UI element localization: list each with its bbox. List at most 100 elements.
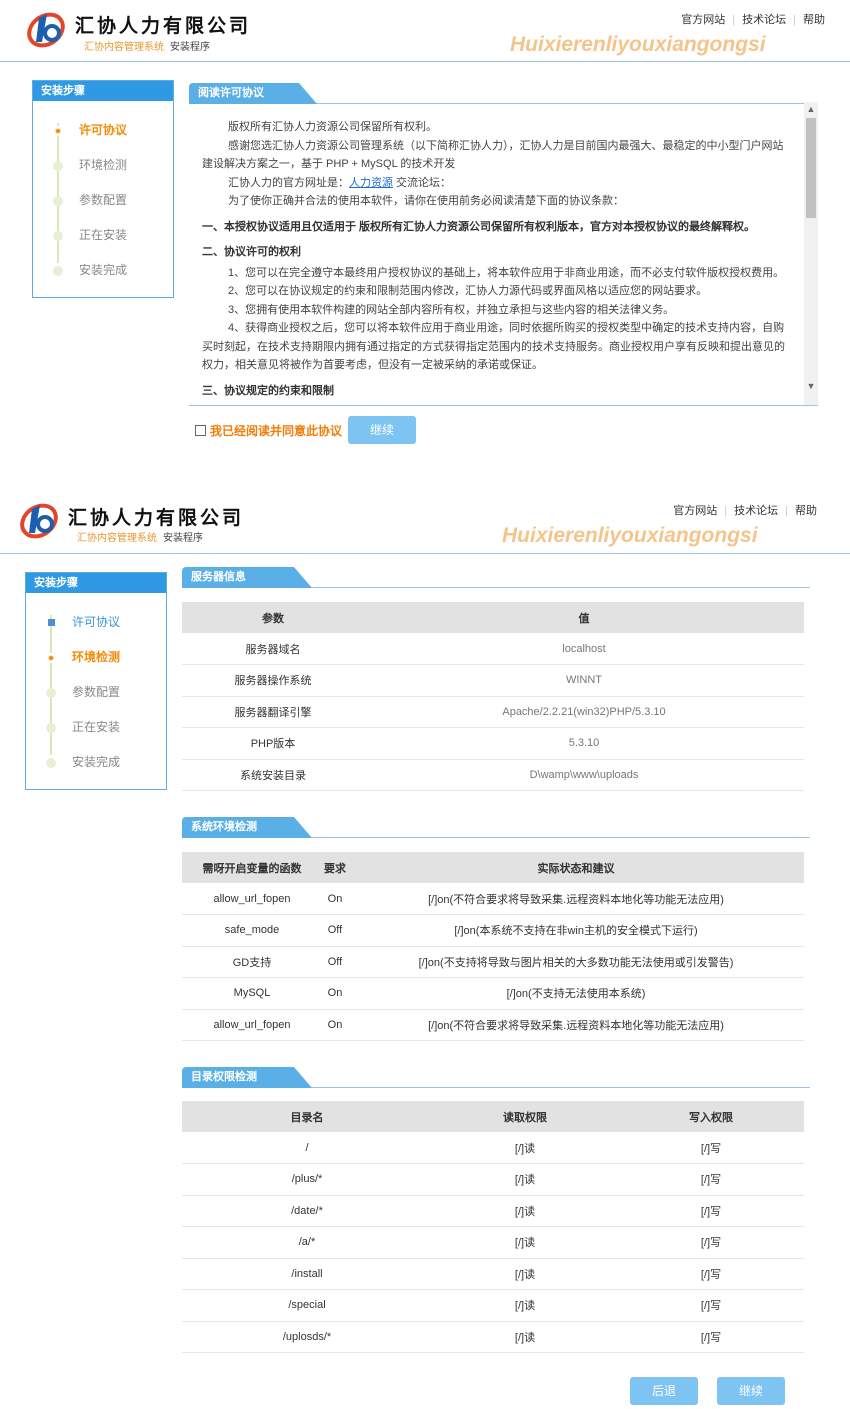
install-steps-sidebar: 安装步骤 许可协议 环境检测 参数配置 正在安装 安装完成 bbox=[25, 572, 167, 790]
install-step-environment: 汇协人力有限公司 汇协内容管理系统 安装程序 官方网站 | 技术论坛 | 帮助 Huixi… bbox=[0, 491, 850, 1409]
step-pending-icon bbox=[53, 196, 63, 206]
license-text: 版权所有汇协人力资源公司保留所有权利。 感谢您选汇协人力资源公司管理系统（以下简… bbox=[189, 102, 802, 405]
step-current-icon bbox=[53, 126, 63, 136]
read-permission: [/]读 bbox=[432, 1258, 618, 1290]
brand-name: 汇协人力有限公司 bbox=[68, 507, 245, 529]
steps-list: 许可协议 环境检测 参数配置 正在安装 安装完成 bbox=[26, 593, 166, 790]
status-advice: [/]on(不支持无法使用本系统) bbox=[348, 977, 804, 1010]
logo-icon bbox=[18, 499, 60, 541]
requirement: Off bbox=[322, 914, 348, 947]
step-environment[interactable]: 环境检测 bbox=[26, 640, 166, 675]
directory-name: /plus/* bbox=[182, 1163, 432, 1196]
step-pending-icon bbox=[53, 161, 63, 171]
table-header-row: 参数 值 bbox=[182, 602, 804, 633]
requirement: On bbox=[322, 883, 348, 915]
requirement: Off bbox=[322, 946, 348, 978]
sidebar-title: 安装步骤 bbox=[33, 81, 173, 101]
scroll-up-icon[interactable]: ▲ bbox=[804, 102, 818, 116]
nav-separator: | bbox=[732, 14, 736, 26]
nav-official-site[interactable]: 官方网站 bbox=[681, 14, 725, 26]
agree-checkbox[interactable] bbox=[195, 425, 206, 436]
param-value: 5.3.10 bbox=[364, 727, 804, 760]
license-item: 1、您可以在完全遵守本最终用户授权协议的基础上，将本软件应用于非商业用途，而不必… bbox=[228, 266, 785, 279]
param-name: 系统安装目录 bbox=[182, 759, 364, 791]
function-name: GD支持 bbox=[182, 946, 322, 978]
read-permission: [/]读 bbox=[432, 1321, 618, 1353]
table-row: /plus/* [/]读 [/]写 bbox=[182, 1163, 804, 1196]
agree-label[interactable]: 我已经阅读并同意此协议 bbox=[210, 422, 342, 439]
continue-button[interactable]: 继续 bbox=[717, 1377, 785, 1405]
nav-official-site[interactable]: 官方网站 bbox=[673, 505, 717, 517]
sidebar-title: 安装步骤 bbox=[26, 573, 166, 593]
status-advice: [/]on(本系统不支持在非win主机的安全模式下运行) bbox=[348, 914, 804, 947]
step-parameters[interactable]: 参数配置 bbox=[26, 675, 166, 710]
step-license[interactable]: 许可协议 bbox=[26, 605, 166, 640]
section-title: 系统环境检测 bbox=[182, 817, 312, 838]
license-paragraph: 感谢您选汇协人力资源公司管理系统（以下简称汇协人力），汇协人力是目前国内最强大、… bbox=[202, 139, 784, 171]
directory-name: /install bbox=[182, 1258, 432, 1290]
install-steps-sidebar: 安装步骤 许可协议 环境检测 参数配置 正在安装 安装完成 bbox=[32, 80, 174, 298]
nav-help[interactable]: 帮助 bbox=[795, 505, 817, 517]
step-environment[interactable]: 环境检测 bbox=[33, 148, 173, 183]
nav-separator: | bbox=[724, 505, 728, 517]
step-label: 许可协议 bbox=[72, 615, 121, 629]
step-installing[interactable]: 正在安装 bbox=[33, 218, 173, 253]
step-label: 正在安装 bbox=[72, 720, 121, 734]
back-button[interactable]: 后退 bbox=[630, 1377, 698, 1405]
column-header: 要求 bbox=[322, 852, 348, 883]
brand-subtitle: 汇协内容管理系统 安装程序 bbox=[84, 38, 210, 53]
step-label: 许可协议 bbox=[79, 123, 128, 137]
table-header-row: 需呀开启变量的函数 要求 实际状态和建议 bbox=[182, 852, 804, 883]
step-complete[interactable]: 安装完成 bbox=[26, 745, 166, 780]
watermark-text: Huixierenliyouxiangongsi bbox=[502, 524, 758, 547]
environment-check-table: 需呀开启变量的函数 要求 实际状态和建议 allow_url_fopen On [/… bbox=[182, 852, 804, 1041]
directory-name: /special bbox=[182, 1289, 432, 1322]
section-title: 目录权限检测 bbox=[182, 1067, 312, 1088]
column-header: 目录名 bbox=[182, 1101, 432, 1132]
write-permission: [/]写 bbox=[618, 1258, 804, 1290]
server-section-header: 服务器信息 bbox=[182, 567, 810, 588]
step-label: 环境检测 bbox=[72, 650, 121, 664]
directory-name: /a/* bbox=[182, 1226, 432, 1259]
license-heading: 二、协议许可的权利 bbox=[202, 246, 301, 258]
write-permission: [/]写 bbox=[618, 1321, 804, 1353]
directory-name: /date/* bbox=[182, 1195, 432, 1227]
nav-tech-forum[interactable]: 技术论坛 bbox=[742, 14, 786, 26]
step-installing[interactable]: 正在安装 bbox=[26, 710, 166, 745]
step-label: 安装完成 bbox=[79, 263, 128, 277]
step-parameters[interactable]: 参数配置 bbox=[33, 183, 173, 218]
column-header: 参数 bbox=[182, 602, 364, 633]
param-value: D\wamp\www\uploads bbox=[364, 759, 804, 791]
license-text-box[interactable]: 版权所有汇协人力资源公司保留所有权利。 感谢您选汇协人力资源公司管理系统（以下简… bbox=[189, 102, 818, 406]
param-name: PHP版本 bbox=[182, 727, 364, 760]
continue-button[interactable]: 继续 bbox=[348, 416, 416, 444]
step-label: 环境检测 bbox=[79, 158, 128, 172]
step-complete[interactable]: 安装完成 bbox=[33, 253, 173, 288]
license-heading: 三、协议规定的约束和限制 bbox=[202, 384, 334, 397]
table-row: 服务器翻译引擎 Apache/2.2.21(win32)PHP/5.3.10 bbox=[182, 696, 804, 728]
step-license[interactable]: 许可协议 bbox=[33, 113, 173, 148]
nav-separator: | bbox=[785, 505, 788, 517]
directory-permission-table: 目录名 读取权限 写入权限 / [/]读 [/]写 /plus/* [/]读 [/]写 … bbox=[182, 1101, 804, 1353]
brand-name: 汇协人力有限公司 bbox=[75, 15, 252, 37]
scrollbar-thumb[interactable] bbox=[806, 118, 816, 218]
read-permission: [/]读 bbox=[432, 1226, 618, 1259]
nav-tech-forum[interactable]: 技术论坛 bbox=[734, 505, 778, 517]
requirement: On bbox=[322, 977, 348, 1010]
nav-help[interactable]: 帮助 bbox=[803, 14, 825, 26]
brand-subtitle: 汇协内容管理系统 安装程序 bbox=[77, 529, 203, 544]
table-row: MySQL On [/]on(不支持无法使用本系统) bbox=[182, 977, 804, 1010]
official-site-link[interactable]: 人力资源 bbox=[349, 177, 393, 189]
read-permission: [/]读 bbox=[432, 1163, 618, 1196]
scroll-down-icon[interactable]: ▼ bbox=[804, 379, 818, 393]
nav-separator: | bbox=[793, 14, 796, 26]
param-name: 服务器操作系统 bbox=[182, 664, 364, 697]
status-advice: [/]on(不支持将导致与图片相关的大多数功能无法使用或引发警告) bbox=[348, 946, 804, 978]
status-advice: [/]on(不符合要求将导致采集.远程资料本地化等功能无法应用) bbox=[348, 883, 804, 915]
license-section-header: 阅读许可协议 bbox=[189, 83, 818, 104]
write-permission: [/]写 bbox=[618, 1226, 804, 1259]
agree-row: 我已经阅读并同意此协议 bbox=[195, 416, 355, 444]
license-paragraph: 汇协人力的官方网址是：人力资源 交流论坛： bbox=[202, 174, 792, 193]
header: 汇协人力有限公司 汇协内容管理系统 安装程序 官方网站 | 技术论坛 | 帮助 Huixi… bbox=[0, 0, 850, 62]
license-scrollbar[interactable]: ▲ ▼ bbox=[804, 102, 818, 405]
